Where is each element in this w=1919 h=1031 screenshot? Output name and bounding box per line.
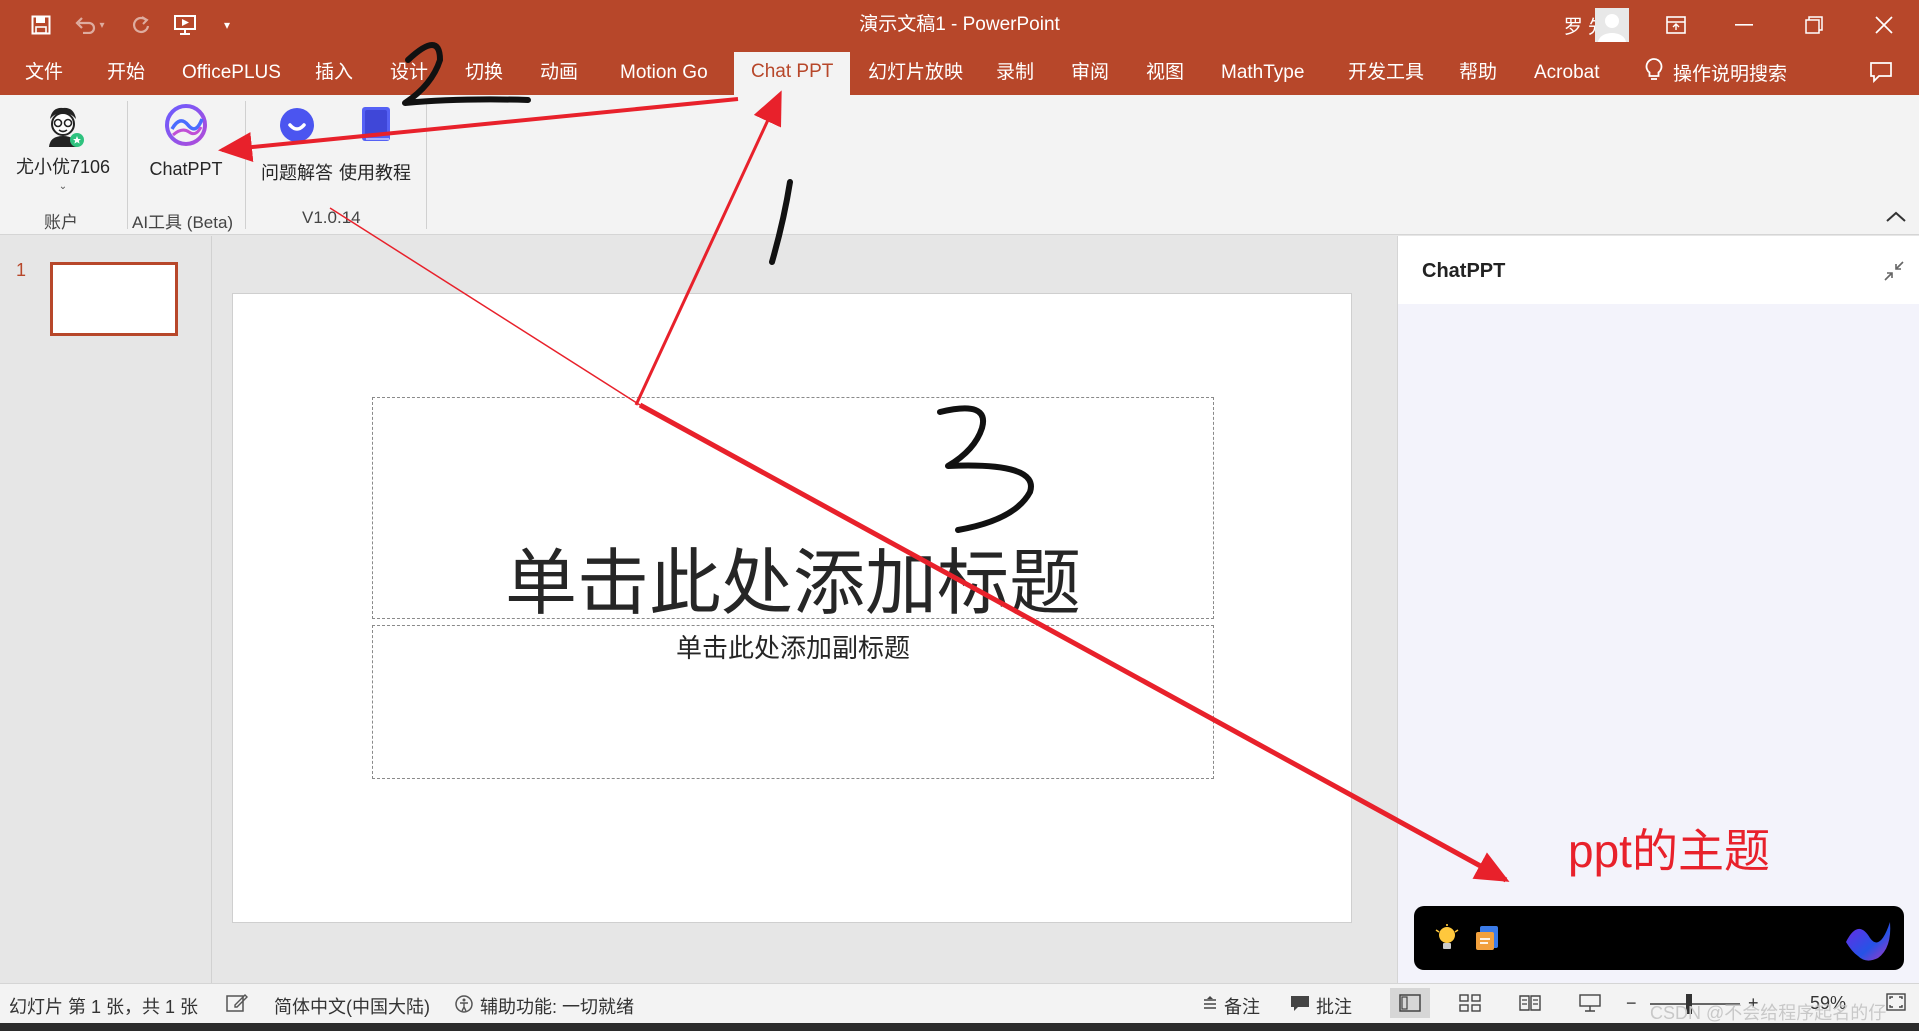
slideshow-from-start-icon[interactable]	[172, 12, 200, 38]
accessibility-status[interactable]: 辅助功能: 一切就绪	[454, 993, 634, 1019]
undo-icon[interactable]: ▾	[72, 12, 108, 38]
notes-button[interactable]: 备注	[1202, 993, 1260, 1019]
user-avatar[interactable]	[1595, 8, 1629, 42]
title-placeholder-text: 单击此处添加标题	[373, 524, 1213, 629]
annotation-theme-label: ppt的主题	[1568, 815, 1770, 881]
ribbon-separator	[426, 101, 427, 229]
tab-chat-ppt[interactable]: Chat PPT	[734, 52, 850, 95]
restore-button[interactable]	[1779, 0, 1849, 50]
thumbnail-number: 1	[16, 260, 26, 281]
tab-home[interactable]: 开始	[107, 50, 145, 95]
version-group-label: V1.0.14	[302, 208, 361, 228]
ribbon-separator	[127, 101, 128, 229]
chatppt-logo-icon	[164, 103, 208, 147]
account-group-label: 账户	[44, 208, 78, 233]
tab-acrobat[interactable]: Acrobat	[1534, 50, 1599, 95]
language-status[interactable]: 简体中文(中国大陆)	[274, 993, 430, 1019]
ribbon-display-options-icon[interactable]	[1643, 0, 1709, 50]
watermark: CSDN @不会给程序起名的仔	[1650, 999, 1886, 1025]
slideshow-view-button[interactable]	[1570, 988, 1610, 1018]
tab-officeplus[interactable]: OfficePLUS	[182, 50, 281, 95]
slide-count-status[interactable]: 幻灯片 第 1 张，共 1 张	[9, 993, 198, 1019]
accessibility-label: 辅助功能: 一切就绪	[480, 993, 634, 1019]
tab-record[interactable]: 录制	[996, 50, 1034, 95]
tab-review[interactable]: 审阅	[1071, 50, 1109, 95]
ribbon-tab-bar: 文件 开始 OfficePLUS 插入 设计 切换 动画 Motion Go C…	[0, 50, 1919, 95]
tab-developer[interactable]: 开发工具	[1348, 50, 1424, 95]
notes-icon	[1202, 996, 1218, 1017]
collapse-panel-icon[interactable]	[1883, 260, 1905, 282]
notes-edit-icon[interactable]	[226, 993, 248, 1013]
chat-panel-title: ChatPPT	[1422, 260, 1505, 283]
save-icon[interactable]	[28, 12, 54, 38]
close-button[interactable]	[1849, 0, 1919, 50]
chatppt-button[interactable]: ChatPPT	[140, 103, 232, 180]
avatar-icon	[40, 103, 86, 149]
subtitle-placeholder[interactable]: 单击此处添加副标题	[372, 625, 1214, 779]
ribbon-separator	[245, 101, 246, 229]
minimize-button[interactable]	[1709, 0, 1779, 50]
lightbulb-icon[interactable]	[1434, 924, 1460, 957]
normal-view-button[interactable]	[1390, 988, 1430, 1018]
tutorial-label: 使用教程	[336, 159, 414, 185]
slide-thumbnail[interactable]	[50, 262, 178, 336]
window-title: 演示文稿1 - PowerPoint	[0, 0, 1919, 50]
account-button[interactable]: 尤小优7106 ⌄	[10, 103, 116, 192]
book-icon	[353, 103, 397, 147]
chevron-down-icon: ⌄	[10, 181, 116, 192]
zoom-out-button[interactable]: −	[1626, 993, 1637, 1014]
subtitle-placeholder-text: 单击此处添加副标题	[373, 628, 1213, 665]
tab-slideshow[interactable]: 幻灯片放映	[868, 50, 963, 95]
tab-animations[interactable]: 动画	[540, 50, 578, 95]
slide-canvas[interactable]: 单击此处添加标题 单击此处添加副标题	[232, 293, 1352, 923]
collapse-ribbon-icon[interactable]	[1883, 207, 1909, 227]
tab-view[interactable]: 视图	[1146, 50, 1184, 95]
title-bar: ▾ ▾ 演示文稿1 - PowerPoint 罗 先	[0, 0, 1919, 50]
tab-design[interactable]: 设计	[390, 50, 428, 95]
title-placeholder[interactable]: 单击此处添加标题	[372, 397, 1214, 619]
chatppt-label: ChatPPT	[140, 159, 232, 180]
accessibility-icon	[454, 994, 474, 1019]
tab-insert[interactable]: 插入	[315, 50, 353, 95]
chat-panel-header: ChatPPT	[1398, 236, 1919, 304]
chat-bubble-icon	[275, 103, 319, 147]
tutorial-button[interactable]: 使用教程	[336, 103, 414, 185]
tab-mathtype[interactable]: MathType	[1221, 50, 1304, 95]
ribbon: 尤小优7106 ⌄ 账户 ChatPPT AI工具 (Beta) 问题解答 使用…	[0, 95, 1919, 235]
tab-transitions[interactable]: 切换	[465, 50, 503, 95]
comment-icon	[1290, 995, 1310, 1018]
tab-help[interactable]: 帮助	[1459, 50, 1497, 95]
comments-label: 批注	[1316, 993, 1352, 1019]
chat-input-bar[interactable]	[1414, 906, 1904, 970]
reading-view-button[interactable]	[1510, 988, 1550, 1018]
redo-icon[interactable]	[128, 12, 154, 38]
comments-pane-icon[interactable]	[1869, 61, 1895, 85]
lightbulb-icon	[1645, 58, 1663, 88]
notes-label: 备注	[1224, 993, 1260, 1019]
comments-button[interactable]: 批注	[1290, 993, 1352, 1019]
file-upload-icon[interactable]	[1474, 924, 1502, 957]
ai-tools-group-label: AI工具 (Beta)	[132, 208, 233, 233]
tab-motion-go[interactable]: Motion Go	[620, 50, 708, 95]
tab-file[interactable]: 文件	[25, 50, 63, 95]
qa-button[interactable]: 问题解答	[258, 103, 336, 185]
slide-thumbnails-pane: 1	[0, 236, 212, 983]
chatppt-logo-icon	[1840, 912, 1896, 969]
slide-sorter-view-button[interactable]	[1450, 988, 1490, 1018]
status-bar: 幻灯片 第 1 张，共 1 张 简体中文(中国大陆) 辅助功能: 一切就绪 备注…	[0, 983, 1919, 1023]
qa-label: 问题解答	[258, 159, 336, 185]
tell-me-search[interactable]: 操作说明搜索	[1645, 50, 1787, 95]
fit-slide-icon[interactable]	[1886, 993, 1906, 1011]
taskbar-strip	[0, 1023, 1919, 1031]
tell-me-label: 操作说明搜索	[1673, 59, 1787, 86]
account-label: 尤小优7106	[10, 153, 116, 179]
customize-quick-access-icon[interactable]: ▾	[218, 12, 236, 38]
